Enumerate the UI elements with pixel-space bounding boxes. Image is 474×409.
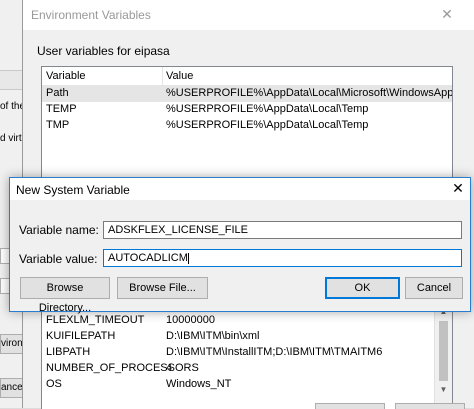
variable-value: D:\IBM\ITM\bin\xml [166,330,260,342]
modal-close-icon[interactable]: ✕ [448,180,468,198]
bottom-button-fragment[interactable] [315,403,385,409]
variable-value: D:\IBM\ITM\InstallITM;D:\IBM\ITM\TMAITM6 [166,346,383,358]
bottom-button-fragment[interactable] [395,403,465,409]
table-row[interactable]: NUMBER_OF_PROCESSORS 4 [42,361,452,377]
variable-value: %USERPROFILE%\AppData\Local\Temp [166,119,369,131]
table-row[interactable]: FLEXLM_TIMEOUT 10000000 [42,313,452,329]
table-row[interactable]: TEMP %USERPROFILE%\AppData\Local\Temp [42,102,452,118]
scroll-down-icon[interactable]: ▼ [435,385,452,394]
scrollbar-thumb[interactable] [439,321,448,381]
cancel-button[interactable]: Cancel [405,277,463,299]
browse-directory-button[interactable]: Browse Directory... [20,277,110,314]
variable-value-field[interactable]: AUTOCADLICM [103,249,462,267]
table-row[interactable]: Path %USERPROFILE%\AppData\Local\Microso… [42,86,452,102]
user-variables-list[interactable]: Variable Value Path %USERPROFILE%\AppDat… [41,66,453,178]
env-close-icon[interactable]: ✕ [437,6,457,24]
list-header: Variable Value [42,67,452,86]
modal-title: New System Variable [16,183,130,197]
variable-name: KUIFILEPATH [46,330,116,342]
variable-value: %USERPROFILE%\AppData\Local\Microsoft\Wi… [166,87,453,99]
variable-name-field[interactable]: ADSKFLEX_LICENSE_FILE [103,221,462,239]
variable-value: %USERPROFILE%\AppData\Local\Temp [166,103,369,115]
text-cursor [187,252,189,264]
browse-file-button[interactable]: Browse File... [117,277,208,299]
variable-name: LIBPATH [46,346,91,358]
variable-name: NUMBER_OF_PROCESSORS [46,362,199,374]
variable-name: Path [46,87,69,99]
variable-value: Windows_NT [166,378,232,390]
variable-value: 10000000 [166,314,215,326]
variable-name-label: Variable name: [19,223,99,237]
variable-name: TEMP [46,103,77,115]
variable-name: TMP [46,119,70,131]
table-row[interactable]: KUIFILEPATH D:\IBM\ITM\bin\xml [42,329,452,345]
table-row[interactable]: TMP %USERPROFILE%\AppData\Local\Temp [42,118,452,134]
table-row[interactable]: OS Windows_NT [42,377,452,393]
table-row[interactable]: LIBPATH D:\IBM\ITM\InstallITM;D:\IBM\ITM… [42,345,452,361]
background-text: of the [0,101,24,112]
background-field [0,70,24,90]
column-header-value[interactable]: Value [166,70,193,82]
system-variables-scrollbar[interactable]: ▲ ▼ [434,305,452,409]
env-title: Environment Variables [31,8,151,22]
column-header-variable[interactable]: Variable [46,70,86,82]
user-variables-label: User variables for eipasa [37,44,170,58]
variable-value-label: Variable value: [19,252,98,266]
ok-button[interactable]: OK [325,277,400,299]
system-variables-list[interactable]: FLEXLM_TIMEOUT 10000000 KUIFILEPATH D:\I… [41,304,453,409]
variable-value: 4 [166,362,173,374]
variable-value-text: AUTOCADLICM [108,252,188,264]
new-system-variable-dialog: New System Variable ✕ Variable name: ADS… [9,177,471,314]
env-titlebar: Environment Variables ✕ [23,0,474,30]
modal-titlebar: New System Variable ✕ [10,178,470,200]
variable-name: OS [46,378,62,390]
background-text: d virtu [0,133,24,144]
